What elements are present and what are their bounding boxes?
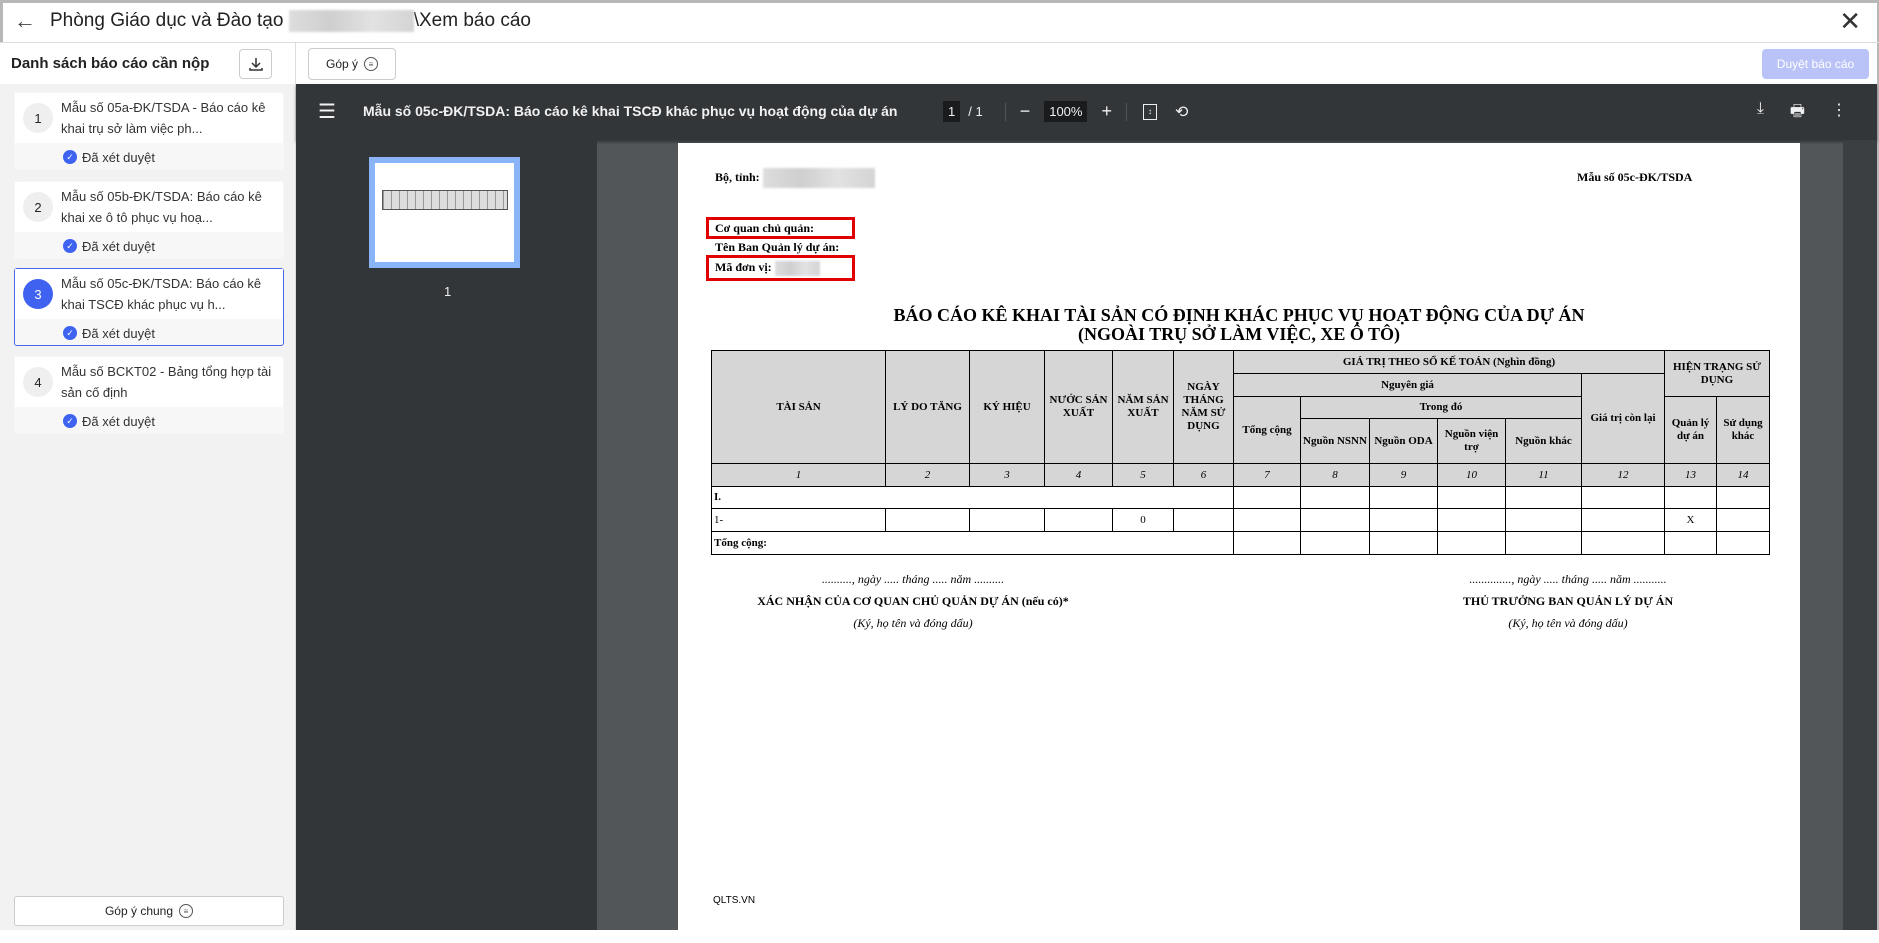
download-all-button[interactable] <box>239 49 272 79</box>
col-header: NĂM SẢN XUẤT <box>1112 350 1174 464</box>
col-header: Sử dụng khác <box>1716 396 1770 464</box>
report-item-2[interactable]: 2 Mẫu số 05b-ĐK/TSDA: Báo cáo kê khai xe … <box>14 181 284 259</box>
report-item-3[interactable]: 3 Mẫu số 05c-ĐK/TSDA: Báo cáo kê khai TSC… <box>14 268 284 346</box>
ten-ban-label: Tên Ban Quản lý dự án: <box>715 240 840 254</box>
col-header: Giá trị còn lại <box>1581 373 1665 464</box>
general-feedback-label: Góp ý chung <box>104 904 174 918</box>
report-title: BÁO CÁO KÊ KHAI TÀI SẢN CÓ ĐỊNH KHÁC PHỤ… <box>893 305 1585 325</box>
left-signature: .........., ngày ..... tháng ..... năm .… <box>757 572 1069 630</box>
status-label: Đã xét duyệt <box>82 413 155 429</box>
bo-tinh-label: Bộ, tỉnh: <box>715 168 875 188</box>
table-row: I. <box>711 486 1770 509</box>
comment-icon: ≡ <box>364 57 378 71</box>
pdf-title: Mẫu số 05c-ĐK/TSDA: Báo cáo kê khai TSCĐ… <box>363 103 898 119</box>
col-header: KÝ HIỆU <box>969 350 1045 464</box>
pdf-page: Bộ, tỉnh: Mẫu số 05c-ĐK/TSDA Cơ quan chủ… <box>678 143 1800 943</box>
general-feedback-button[interactable]: Góp ý chung ≡ <box>14 896 284 926</box>
item-title: Mẫu số 05c-ĐK/TSDA: Báo cáo kê khai TSCĐ… <box>61 276 262 312</box>
report-item-4[interactable]: 4 Mẫu số BCKT02 - Bảng tổng hợp tài sản c… <box>14 356 284 434</box>
col-header: LÝ DO TĂNG <box>885 350 970 464</box>
page-number-input[interactable]: 1 <box>943 101 961 122</box>
asset-table: TÀI SẢN LÝ DO TĂNG KÝ HIỆU NƯỚC SẢN XUẤT… <box>711 350 1770 555</box>
column-number-row: 1 2 3 4 5 6 7 8 9 10 11 12 13 14 <box>711 463 1770 487</box>
col-header: Nguồn NSNN <box>1300 418 1370 464</box>
download-icon <box>248 58 263 71</box>
feedback-label: Góp ý <box>325 57 358 71</box>
col-header: Trong đó <box>1300 396 1582 419</box>
item-number: 1 <box>23 103 53 133</box>
form-code: Mẫu số 05c-ĐK/TSDA <box>1577 170 1693 184</box>
approve-report-button[interactable]: Duyệt báo cáo <box>1762 49 1869 79</box>
thumbnail-label: 1 <box>444 284 452 299</box>
print-icon[interactable]: 🖶 <box>1790 100 1805 127</box>
divider <box>1004 102 1006 121</box>
item-number: 4 <box>23 367 53 397</box>
status-label: Đã xét duyệt <box>82 325 155 341</box>
item-number: 2 <box>23 192 53 222</box>
col-header: Nguyên giá <box>1233 373 1582 397</box>
menu-icon[interactable]: ☰ <box>318 99 336 124</box>
item-title: Mẫu số 05a-ĐK/TSDA - Báo cáo kê khai trụ… <box>61 100 266 136</box>
pdf-viewer: ☰ Mẫu số 05c-ĐK/TSDA: Báo cáo kê khai TS… <box>296 84 1877 943</box>
item-title: Mẫu số BCKT02 - Bảng tổng hợp tài sản cố… <box>61 364 272 400</box>
back-arrow-icon[interactable]: ← <box>14 8 36 34</box>
page-footer: QLTS.VN <box>713 895 756 906</box>
col-header: Nguồn khác <box>1505 418 1582 464</box>
thumbnail-table <box>382 190 508 210</box>
col-header: Quản lý dự án <box>1664 396 1717 464</box>
report-subtitle: (NGOÀI TRỤ SỞ LÀM VIỆC, XE Ô TÔ) <box>1077 324 1401 344</box>
check-circle-icon: ✓ <box>63 326 77 340</box>
app-header: ← Phòng Giáo dục và Đào tạo \Xem báo cáo… <box>0 0 1879 43</box>
status-label: Đã xét duyệt <box>82 149 155 165</box>
download-icon[interactable]: ⤓ <box>1757 100 1764 127</box>
close-icon[interactable]: ✕ <box>1839 6 1861 37</box>
thumbnail-panel: 1 <box>296 140 597 930</box>
more-options-icon[interactable]: ⋮ <box>1831 100 1847 127</box>
col-header: Nguồn ODA <box>1369 418 1438 464</box>
fit-page-icon[interactable]: ↕ <box>1142 103 1157 120</box>
col-header: NGÀY THÁNG NĂM SỬ DỤNG <box>1173 350 1234 464</box>
table-row: 1- 0 X <box>711 508 1770 532</box>
col-header: GIÁ TRỊ THEO SỔ KẾ TOÁN (Nghìn đồng) <box>1233 350 1665 374</box>
comment-icon: ≡ <box>179 904 194 918</box>
report-sidebar: Danh sách báo cáo cần nộp 1 Mẫu số 05a-ĐK… <box>0 43 296 930</box>
scrollbar[interactable] <box>1843 140 1877 930</box>
zoom-input[interactable]: 100% <box>1044 101 1088 122</box>
col-header: HIỆN TRẠNG SỬ DỤNG <box>1664 350 1770 397</box>
check-circle-icon: ✓ <box>63 239 77 253</box>
check-circle-icon: ✓ <box>63 414 77 428</box>
page-thumbnail[interactable] <box>369 157 520 268</box>
status-label: Đã xét duyệt <box>82 238 155 254</box>
report-item-1[interactable]: 1 Mẫu số 05a-ĐK/TSDA - Báo cáo kê khai tr… <box>14 92 284 170</box>
col-header: Nguồn viện trợ <box>1437 418 1506 464</box>
check-circle-icon: ✓ <box>63 150 77 164</box>
zoom-in-icon[interactable]: + <box>1101 101 1112 122</box>
col-header: Tổng cộng <box>1233 396 1301 464</box>
divider <box>1125 102 1127 121</box>
ma-don-vi-label: Mã đơn vị: <box>715 260 820 276</box>
page-total: / 1 <box>968 104 983 119</box>
page-title: Phòng Giáo dục và Đào tạo \Xem báo cáo <box>50 10 531 32</box>
pdf-toolbar: ☰ Mẫu số 05c-ĐK/TSDA: Báo cáo kê khai TS… <box>296 84 1877 140</box>
right-signature: .............., ngày ..... tháng ..... n… <box>1462 572 1674 630</box>
co-quan-label: Cơ quan chủ quản: <box>715 221 815 235</box>
rotate-icon[interactable]: ⟲ <box>1175 102 1188 122</box>
item-number: 3 <box>23 279 53 309</box>
total-row: Tổng cộng: <box>711 531 1770 555</box>
feedback-button[interactable]: Góp ý ≡ <box>308 48 396 80</box>
item-title: Mẫu số 05b-ĐK/TSDA: Báo cáo kê khai xe ô… <box>61 189 262 225</box>
col-header: NƯỚC SẢN XUẤT <box>1044 350 1113 464</box>
col-header: TÀI SẢN <box>711 350 886 464</box>
zoom-out-icon[interactable]: − <box>1020 101 1031 122</box>
